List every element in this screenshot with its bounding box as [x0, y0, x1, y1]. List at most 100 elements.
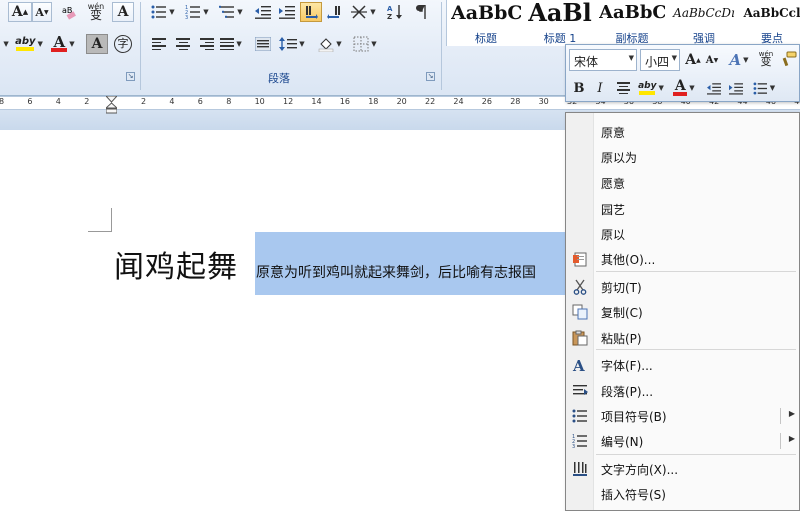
style-emphasis[interactable]: AaBbCcDı 强调 — [671, 0, 737, 46]
increase-indent-button[interactable] — [276, 2, 298, 22]
style-subtitle[interactable]: AaBbC 副标题 — [599, 0, 665, 46]
selected-text[interactable]: 原意为听到鸡叫就起来舞剑，后比喻有志报国 — [256, 262, 536, 282]
context-menu-item[interactable]: 园艺 — [566, 196, 800, 221]
context-menu-item[interactable]: 1 2 3 编号(N) ▶ — [566, 428, 800, 453]
context-menu-item-label: 插入符号(S) — [601, 488, 666, 502]
style-heading-1[interactable]: AaBl 标题 1 — [527, 0, 593, 46]
format-painter-icon — [782, 51, 797, 67]
context-menu-item[interactable]: 粘贴(P) — [566, 325, 800, 350]
highlight-button[interactable]: aby ▼ — [636, 78, 666, 98]
style-sample: AaBl — [528, 0, 592, 27]
margin-corner-mark — [88, 208, 112, 232]
svg-text:3: 3 — [185, 15, 188, 19]
submenu-divider — [780, 433, 781, 449]
style-name: 标题 — [475, 32, 497, 45]
rtl-text-button[interactable] — [324, 2, 344, 22]
ruler-tick-label: 30 — [538, 97, 549, 106]
context-menu-item[interactable]: 原以 — [566, 221, 800, 246]
context-menu-item[interactable]: 插入符号(S) — [566, 481, 800, 506]
paragraph-icon — [572, 383, 588, 399]
align-center-icon — [176, 38, 190, 50]
paragraph-group-launcher[interactable]: ↘ — [426, 72, 435, 81]
char-border-button[interactable]: A — [112, 2, 134, 22]
context-menu-item[interactable]: 段落(P)... — [566, 378, 800, 403]
grow-font-button[interactable]: A ▲ — [8, 2, 32, 22]
grow-font-button[interactable]: A ▲ — [684, 50, 702, 70]
text-effect-button[interactable]: A ▼ — [726, 50, 752, 70]
context-menu-item[interactable]: A 字体(F)... — [566, 352, 800, 377]
phonetic-guide-button[interactable]: wén 变 — [84, 1, 108, 21]
bullets-button[interactable]: ▼ — [148, 2, 178, 22]
font-color-button[interactable]: A ▼ — [670, 78, 698, 98]
eraser-icon: aB — [62, 6, 76, 20]
chinese-layout-button[interactable]: ▼ — [348, 2, 378, 22]
context-menu-item-label: 原以 — [601, 228, 626, 242]
styles-gallery: AaBbC 标题 AaBl 标题 1 AaBbC 副标题 AaBbCcDı 强调… — [446, 0, 800, 46]
increase-indent-button[interactable] — [726, 78, 746, 98]
ltr-text-button[interactable] — [300, 2, 322, 22]
context-menu-item[interactable]: 原以为 — [566, 144, 800, 169]
sort-button[interactable]: AZ — [384, 2, 406, 22]
svg-text:A: A — [387, 5, 393, 13]
font-group-launcher[interactable]: ↘ — [126, 72, 135, 81]
context-menu-item[interactable]: 复制(C) — [566, 299, 800, 324]
font-size-combo[interactable]: 小四 ▼ — [640, 49, 680, 71]
context-menu-item[interactable]: 其他(O)... — [566, 246, 800, 271]
context-menu-item-label: 文字方向(X)... — [601, 463, 679, 477]
justify-button[interactable]: ▼ — [220, 34, 242, 54]
numbering-button[interactable]: 1 2 3 ▼ — [182, 2, 212, 22]
text-direction-icon — [572, 461, 588, 477]
font-color-button[interactable]: A ▼ — [48, 34, 78, 54]
highlight-button[interactable]: aby ▼ — [12, 34, 46, 54]
context-menu-item-label: 剪切(T) — [601, 281, 642, 295]
context-menu-item[interactable]: 剪切(T) — [566, 274, 800, 299]
distributed-button[interactable] — [252, 34, 274, 54]
align-right-button[interactable] — [196, 34, 218, 54]
bold-button[interactable]: B — [571, 78, 587, 98]
context-menu-item[interactable]: 项目符号(B) ▶ — [566, 403, 800, 428]
font-name-combo[interactable]: 宋体 ▼ — [569, 49, 637, 71]
ltr-text-icon — [306, 6, 318, 19]
style-strong[interactable]: AaBbCcl 要点 — [743, 0, 800, 46]
phonetic-guide-button[interactable]: wén 变 — [756, 48, 776, 68]
bullets-button[interactable]: ▼ — [750, 78, 778, 98]
decrease-indent-icon — [255, 6, 271, 19]
context-menu-item[interactable]: 原意 — [566, 119, 800, 144]
italic-button[interactable]: I — [592, 78, 608, 98]
align-center-button[interactable] — [172, 34, 194, 54]
ruler-tick-label: 8 — [0, 97, 5, 106]
line-spacing-button[interactable]: ▼ — [276, 34, 308, 54]
scissors-icon — [572, 279, 588, 295]
indent-marker-icon[interactable] — [106, 96, 117, 114]
context-menu-item[interactable]: 愿意 — [566, 170, 800, 195]
context-menu-item-label: 原意 — [601, 126, 626, 140]
align-center-button[interactable] — [614, 78, 632, 98]
pilcrow-icon — [416, 5, 426, 19]
shrink-font-button[interactable]: A ▼ — [704, 50, 720, 70]
align-left-icon — [152, 38, 166, 50]
align-left-button[interactable] — [148, 34, 170, 54]
style-sample: AaBbCcDı — [673, 6, 735, 20]
multilevel-list-button[interactable]: ▼ — [216, 2, 246, 22]
enclose-char-button[interactable]: 字 — [112, 34, 134, 54]
format-painter-button[interactable] — [780, 49, 798, 69]
borders-button[interactable]: ▼ — [350, 34, 380, 54]
svg-text:3: 3 — [572, 444, 575, 449]
decrease-indent-button[interactable] — [252, 2, 274, 22]
decrease-indent-button[interactable] — [704, 78, 724, 98]
context-menu-item[interactable]: 文字方向(X)... — [566, 456, 800, 481]
overflow-caret[interactable]: ▼ — [2, 34, 8, 54]
ruler-tick-label: 4 — [55, 97, 61, 106]
borders-icon — [353, 36, 369, 52]
shading-button[interactable]: ▼ — [314, 34, 346, 54]
document-heading[interactable]: 闻鸡起舞 — [114, 242, 238, 286]
clear-format-button[interactable]: aB — [58, 2, 80, 22]
shrink-font-button[interactable]: A ▼ — [32, 2, 52, 22]
show-marks-button[interactable] — [412, 2, 434, 22]
style-title[interactable]: AaBbC 标题 — [451, 0, 521, 46]
ruler-tick-label: 2 — [84, 97, 90, 106]
sort-icon: AZ — [387, 5, 402, 20]
context-menu-item-label: 其他(O)... — [601, 253, 656, 267]
mini-toolbar: 宋体 ▼ 小四 ▼ A ▲ A ▼ A ▼ wén 变 B I aby ▼ A ▼ — [565, 44, 800, 102]
char-shading-button[interactable]: A — [86, 34, 108, 54]
